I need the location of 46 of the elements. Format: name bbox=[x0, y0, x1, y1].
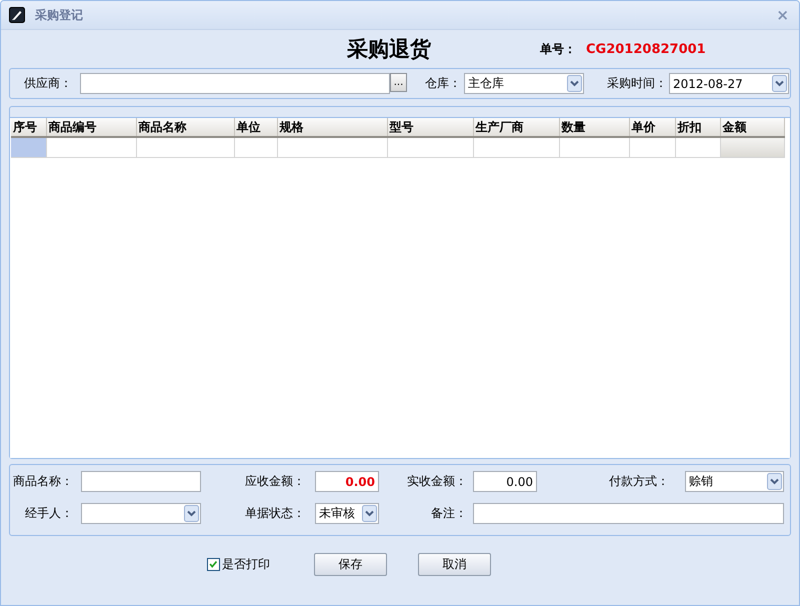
supplier-field[interactable] bbox=[80, 73, 390, 94]
field-label: 仓库： bbox=[424, 75, 462, 92]
table-cell bbox=[675, 137, 720, 157]
column-header[interactable]: 折扣 bbox=[675, 118, 720, 137]
column-header[interactable]: 金额 bbox=[720, 118, 784, 137]
column-header[interactable]: 序号 bbox=[11, 118, 46, 137]
field-label: 备注： bbox=[430, 505, 468, 522]
input-field[interactable] bbox=[81, 471, 201, 492]
form-heading: 采购退货 bbox=[347, 35, 432, 63]
field-label: 经手人： bbox=[24, 505, 74, 522]
amount-field[interactable]: 0.00 bbox=[473, 471, 537, 492]
cancel-button[interactable]: 取消 bbox=[418, 553, 491, 576]
remarks-field[interactable] bbox=[473, 503, 784, 524]
order-number-label: 单号： bbox=[540, 40, 576, 58]
dropdown-field[interactable]: 主仓库 bbox=[464, 73, 584, 94]
table-cell bbox=[559, 137, 629, 157]
column-header[interactable]: 规格 bbox=[277, 118, 387, 137]
dropdown-field[interactable] bbox=[81, 503, 201, 524]
field-label: 商品名称： bbox=[12, 473, 74, 490]
column-header[interactable]: 生产厂商 bbox=[473, 118, 559, 137]
save-button[interactable]: 保存 bbox=[314, 553, 387, 576]
table-cell bbox=[629, 137, 675, 157]
field-label: 实收金额： bbox=[406, 473, 468, 490]
field-label: 供应商： bbox=[23, 75, 73, 92]
column-header[interactable]: 商品编号 bbox=[46, 118, 136, 137]
field-label: 付款方式： bbox=[608, 473, 670, 490]
browse-button[interactable]: ... bbox=[390, 73, 407, 92]
field-label: 应收金额： bbox=[244, 473, 306, 490]
dropdown-field[interactable]: 未审核 bbox=[315, 503, 379, 524]
dropdown-field[interactable]: 2012-08-27 bbox=[669, 73, 789, 94]
column-header[interactable]: 数量 bbox=[559, 118, 629, 137]
table-cell bbox=[234, 137, 277, 157]
print-checkbox[interactable]: 是否打印 bbox=[207, 556, 270, 573]
app-icon bbox=[9, 7, 25, 23]
table-cell bbox=[720, 137, 784, 157]
field-label: 单据状态： bbox=[244, 505, 306, 522]
column-header[interactable]: 单位 bbox=[234, 118, 277, 137]
column-header[interactable]: 型号 bbox=[387, 118, 473, 137]
amount-field[interactable]: 0.00 bbox=[315, 471, 379, 492]
order-number: CG20120827001 bbox=[586, 42, 706, 56]
column-header[interactable]: 商品名称 bbox=[136, 118, 234, 137]
dropdown-field[interactable]: 赊销 bbox=[685, 471, 784, 492]
column-header[interactable]: 单价 bbox=[629, 118, 675, 137]
field-label: 采购时间： bbox=[606, 75, 668, 92]
row-indicator[interactable] bbox=[11, 137, 46, 157]
window-title: 采购登记 bbox=[35, 6, 84, 24]
